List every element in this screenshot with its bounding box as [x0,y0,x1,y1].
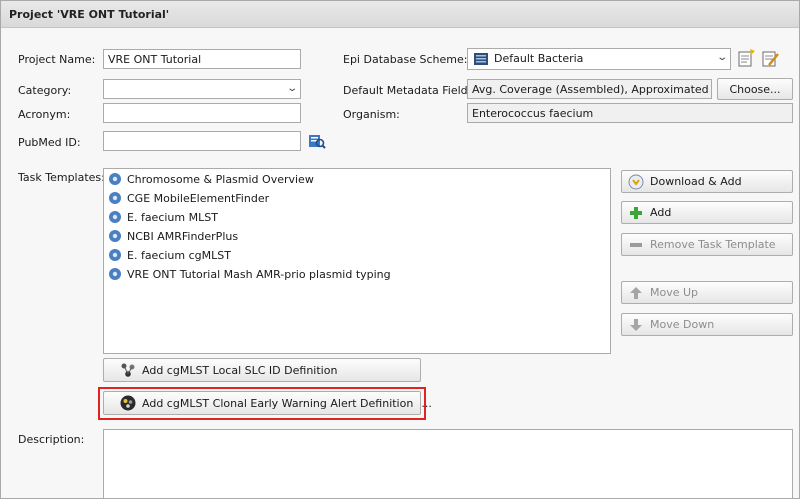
pubmed-input[interactable] [103,131,301,151]
download-icon [628,174,644,190]
acronym-label: Acronym: [18,108,71,121]
move-down-button[interactable]: Move Down [621,313,793,336]
add-label: Add [650,206,672,219]
list-item[interactable]: E. faecium cgMLST [108,246,231,264]
organism-value: Enterococcus faecium [467,103,793,123]
arrow-up-icon [628,285,644,301]
task-template-icon [109,192,121,204]
window-title: Project 'VRE ONT Tutorial' [9,8,170,21]
list-item-label: Chromosome & Plasmid Overview [127,172,314,186]
title-bar: Project 'VRE ONT Tutorial' [1,1,799,28]
task-template-icon [109,211,121,223]
list-item-label: E. faecium cgMLST [127,248,231,262]
move-up-button[interactable]: Move Up [621,281,793,304]
list-item-label: E. faecium MLST [127,210,218,224]
epi-scheme-value: Default Bacteria [494,52,584,65]
pubmed-search-icon[interactable] [308,132,326,150]
network-icon [120,362,136,378]
download-add-label: Download & Add [650,175,742,188]
task-template-icon [109,173,121,185]
list-item[interactable]: CGE MobileElementFinder [108,189,269,207]
move-down-label: Move Down [650,318,715,331]
new-scheme-icon[interactable] [737,49,755,67]
description-textarea[interactable] [103,429,793,499]
list-item[interactable]: NCBI AMRFinderPlus [108,227,238,245]
add-button[interactable]: Add [621,201,793,224]
arrow-down-icon [628,317,644,333]
epi-scheme-label: Epi Database Scheme: [343,53,468,66]
chevron-down-icon: ⌄ [285,83,298,94]
list-item[interactable]: E. faecium MLST [108,208,218,226]
task-template-icon [109,230,121,242]
chevron-down-icon: ⌄ [715,52,728,63]
highlight-box [98,387,426,420]
list-item-label: VRE ONT Tutorial Mash AMR-prio plasmid t… [127,267,391,281]
list-item[interactable]: VRE ONT Tutorial Mash AMR-prio plasmid t… [108,265,391,283]
add-slc-label: Add cgMLST Local SLC ID Definition [142,363,338,377]
acronym-input[interactable] [103,103,301,123]
task-template-icon [109,268,121,280]
list-item-label: CGE MobileElementFinder [127,191,270,205]
plus-icon [628,205,644,221]
minus-icon [628,237,644,253]
metadata-fields-label: Default Metadata Fields: [343,84,478,97]
edit-scheme-icon[interactable] [761,49,779,67]
list-item[interactable]: Chromosome & Plasmid Overview [108,170,314,188]
task-templates-label: Task Templates: [18,171,105,184]
task-template-icon [109,249,121,261]
add-slc-definition-button[interactable]: Add cgMLST Local SLC ID Definition [103,358,421,382]
category-label: Category: [18,84,72,97]
category-select[interactable]: ⌄ [103,79,301,99]
choose-button[interactable]: Choose... [717,78,793,100]
task-template-list[interactable]: Chromosome & Plasmid Overview CGE Mobile… [103,168,611,354]
pubmed-label: PubMed ID: [18,136,81,149]
remove-label: Remove Task Template [650,238,776,251]
organism-label: Organism: [343,108,400,121]
project-dialog: Project 'VRE ONT Tutorial' Project Name:… [0,0,800,499]
choose-button-label: Choose... [729,82,781,96]
download-add-button[interactable]: Download & Add [621,170,793,193]
project-name-input[interactable]: VRE ONT Tutorial [103,49,301,69]
move-up-label: Move Up [650,286,699,299]
description-label: Description: [18,433,85,446]
remove-task-template-button[interactable]: Remove Task Template [621,233,793,256]
project-name-label: Project Name: [18,53,96,66]
epi-scheme-select[interactable]: Default Bacteria ⌄ [467,48,731,70]
metadata-fields-value: Avg. Coverage (Assembled), Approximated … [467,79,712,99]
database-icon [474,53,488,68]
list-item-label: NCBI AMRFinderPlus [127,229,239,243]
